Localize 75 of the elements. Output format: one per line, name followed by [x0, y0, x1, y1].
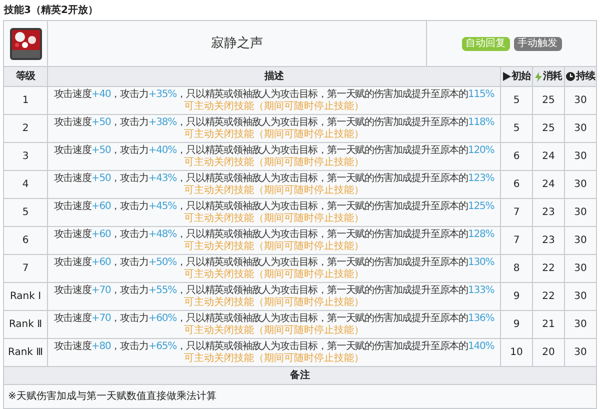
level-cell-text: 2 — [22, 122, 29, 136]
description-text: 攻击速度+60，攻击力+45%，只以精英或领袖敌人为攻击目标，第一天赋的伤害加成提升至原本的125% — [54, 200, 494, 212]
duration-cell-text: 30 — [574, 122, 587, 136]
column-header: 描述 — [264, 70, 284, 84]
cost-cell-text: 25 — [542, 94, 555, 108]
skill-name: 寂静之声 — [211, 34, 263, 53]
level-cell-text: Rank Ⅲ — [8, 346, 44, 360]
level-cell-text: 3 — [22, 150, 29, 164]
description-note: 可主动关闭技能（期间可随时停止技能） — [184, 268, 364, 280]
duration-cell-text: 30 — [574, 346, 587, 360]
lightning-icon — [535, 72, 542, 82]
column-header: 等级 — [16, 70, 35, 84]
description-text: 攻击速度+50，攻击力+38%，只以精英或领袖敌人为攻击目标，第一天赋的伤害加成提升至原本的118% — [54, 116, 494, 128]
description-note: 可主动关闭技能（期间可随时停止技能） — [184, 100, 364, 112]
description-text: 攻击速度+70，攻击力+55%，只以精英或领袖敌人为攻击目标，第一天赋的伤害加成提升至原本的133% — [54, 284, 494, 296]
duration-cell-text: 30 — [574, 150, 587, 164]
initial-cell-text: 10 — [510, 346, 523, 360]
description-note: 可主动关闭技能（期间可随时停止技能） — [184, 296, 364, 308]
description-note: 可主动关闭技能（期间可随时停止技能） — [184, 212, 364, 224]
level-cell-text: Rank Ⅱ — [8, 318, 42, 332]
initial-cell-text: 7 — [513, 234, 520, 248]
level-cell-text: 7 — [22, 262, 29, 276]
level-cell-text: 1 — [22, 94, 29, 108]
initial-cell-text: 7 — [513, 206, 520, 220]
initial-cell-text: 6 — [513, 150, 520, 164]
initial-cell-text: 5 — [513, 94, 520, 108]
description-note: 可主动关闭技能（期间可随时停止技能） — [184, 324, 364, 336]
skill-icon — [10, 28, 42, 60]
cost-cell-text: 24 — [542, 178, 555, 192]
description-text: 攻击速度+50，攻击力+43%，只以精英或领袖敌人为攻击目标，第一天赋的伤害加成提升至原本的123% — [54, 172, 494, 184]
description-note: 可主动关闭技能（期间可随时停止技能） — [184, 184, 364, 196]
initial-cell-text: 9 — [513, 290, 520, 304]
description-text: 攻击速度+70，攻击力+60%，只以精英或领袖敌人为攻击目标，第一天赋的伤害加成提升至原本的136% — [54, 312, 494, 324]
duration-cell-text: 30 — [574, 290, 587, 304]
description-note: 可主动关闭技能（期间可随时停止技能） — [184, 240, 364, 252]
duration-cell-text: 30 — [574, 178, 587, 192]
initial-cell-text: 5 — [513, 122, 520, 136]
cost-cell-text: 22 — [542, 290, 555, 304]
description-text: 攻击速度+40，攻击力+35%，只以精英或领袖敌人为攻击目标，第一天赋的伤害加成提升至原本的115% — [54, 88, 494, 100]
column-header: 持续 — [576, 70, 595, 84]
section-title: 技能3（精英2开放） — [2, 4, 99, 18]
cost-cell-text: 24 — [542, 150, 555, 164]
duration-cell-text: 30 — [574, 234, 587, 248]
initial-cell-text: 9 — [513, 318, 520, 332]
cost-cell-text: 20 — [542, 346, 555, 360]
column-header: 初始 — [512, 69, 530, 84]
level-cell-text: 4 — [22, 178, 29, 192]
cost-cell-text: 23 — [542, 234, 555, 248]
cost-cell-text: 22 — [542, 262, 555, 276]
clock-icon — [566, 72, 575, 81]
remarks-text: ※天赋伤害加成与第一天赋数值直接做乘法计算 — [8, 390, 216, 404]
cost-cell-text: 23 — [542, 206, 555, 220]
duration-cell-text: 30 — [574, 206, 587, 220]
description-text: 攻击速度+80，攻击力+65%，只以精英或领袖敌人为攻击目标，第一天赋的伤害加成提升至原本的140% — [54, 340, 494, 352]
remarks-heading: 备注 — [290, 368, 310, 383]
cost-cell-text: 21 — [542, 318, 555, 332]
play-icon — [502, 72, 510, 81]
duration-cell-text: 30 — [574, 318, 587, 332]
duration-cell-text: 30 — [574, 94, 587, 108]
level-cell-text: 6 — [22, 234, 29, 248]
column-header: 消耗 — [543, 70, 562, 84]
level-cell-text: Rank Ⅰ — [10, 290, 42, 304]
level-cell-text: 5 — [22, 206, 29, 220]
description-text: 攻击速度+50，攻击力+40%，只以精英或领袖敌人为攻击目标，第一天赋的伤害加成提升至原本的120% — [54, 144, 494, 156]
description-note: 可主动关闭技能（期间可随时停止技能） — [184, 156, 364, 168]
skill-tag: 手动触发 — [514, 36, 562, 50]
description-note: 可主动关闭技能（期间可随时停止技能） — [184, 352, 364, 364]
cost-cell-text: 25 — [542, 122, 555, 136]
description-text: 攻击速度+60，攻击力+48%，只以精英或领袖敌人为攻击目标，第一天赋的伤害加成提升至原本的128% — [54, 228, 494, 240]
description-note: 可主动关闭技能（期间可随时停止技能） — [184, 128, 364, 140]
initial-cell-text: 8 — [513, 262, 520, 276]
skill-tag: 自动回复 — [462, 36, 510, 50]
initial-cell-text: 6 — [513, 178, 520, 192]
duration-cell-text: 30 — [574, 262, 587, 276]
description-text: 攻击速度+60，攻击力+50%，只以精英或领袖敌人为攻击目标，第一天赋的伤害加成提升至原本的130% — [54, 256, 494, 268]
